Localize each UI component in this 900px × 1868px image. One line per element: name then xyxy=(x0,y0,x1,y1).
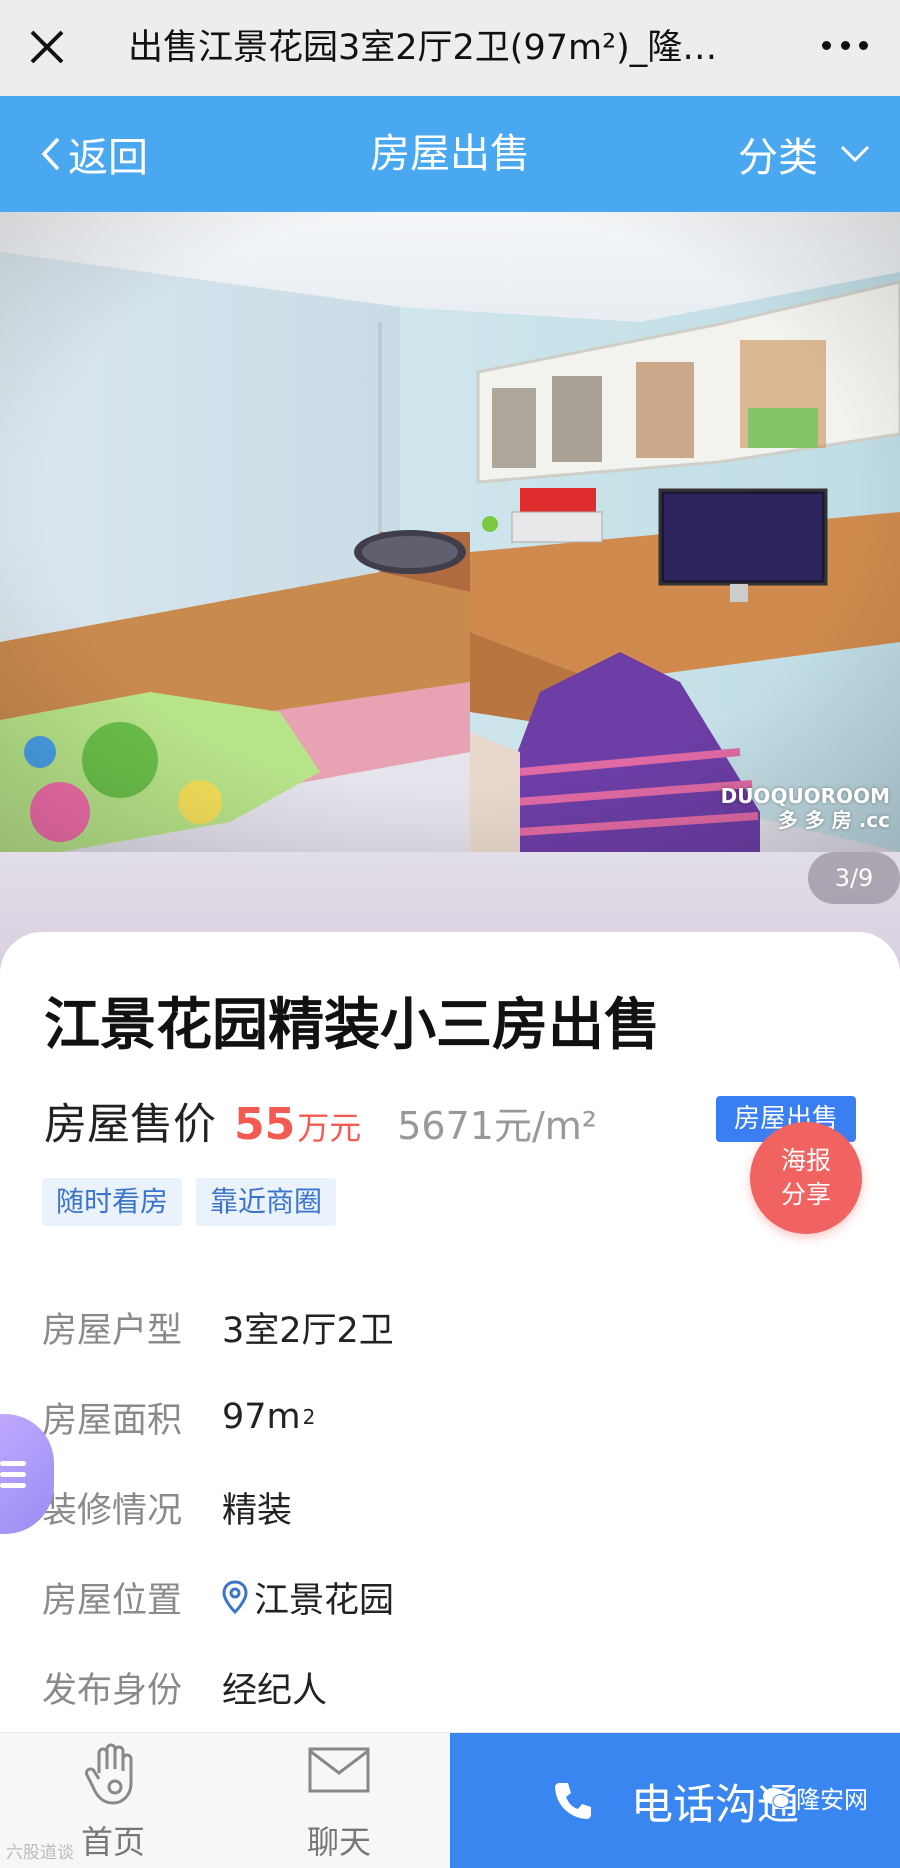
detail-value: 3室2厅2卫 xyxy=(222,1310,394,1351)
detail-value: 精装 xyxy=(222,1490,293,1531)
tab-chat[interactable]: 聊天 xyxy=(226,1733,452,1868)
mail-icon xyxy=(308,1747,370,1793)
chevron-left-icon xyxy=(41,137,60,171)
poster-share-line1: 海报 xyxy=(780,1146,831,1175)
poster-share-button[interactable]: 海报 分享 xyxy=(750,1122,862,1234)
back-button[interactable]: 返回 xyxy=(40,96,148,212)
listing-card: 江景花园精装小三房出售 房屋售价 55 万元 5671元/m² 房屋出售 海报 … xyxy=(0,932,900,1732)
detail-key: 房屋面积 xyxy=(42,1400,183,1441)
tag: 随时看房 xyxy=(42,1178,183,1226)
back-label: 返回 xyxy=(68,135,148,181)
tab-chat-label: 聊天 xyxy=(306,1823,371,1861)
detail-key: 发布身份 xyxy=(42,1670,183,1711)
detail-key: 装修情况 xyxy=(42,1490,183,1531)
listing-title: 江景花园精装小三房出售 xyxy=(44,993,660,1058)
listing-photo[interactable] xyxy=(0,212,900,852)
tag-list: 随时看房 靠近商圈 xyxy=(42,1178,337,1226)
tag: 靠近商圈 xyxy=(196,1178,337,1226)
detail-row-layout: 房屋户型 3室2厅2卫 xyxy=(42,1282,862,1372)
detail-value: 97m 2 xyxy=(222,1397,316,1437)
location-value: 江景花园 xyxy=(254,1580,395,1621)
detail-key: 房屋位置 xyxy=(42,1580,183,1621)
detail-row-decoration: 装修情况 精装 xyxy=(42,1462,862,1552)
nav-bar: 返回 房屋出售 分类 xyxy=(0,96,900,212)
detail-value: 经纪人 xyxy=(222,1670,328,1711)
photo-gallery[interactable]: DUOQUOROOM 多 多 房 .cc 3/9 xyxy=(0,212,900,972)
detail-key: 房屋户型 xyxy=(42,1310,183,1351)
wechat-icon xyxy=(763,1787,790,1808)
detail-row-area: 房屋面积 97m 2 xyxy=(42,1372,862,1462)
chevron-down-icon xyxy=(840,145,870,163)
more-icon[interactable] xyxy=(822,34,868,56)
location-link[interactable]: 江景花园 xyxy=(222,1572,394,1623)
price-unit: 万元 xyxy=(297,1109,362,1147)
unit-price: 5671元/m² xyxy=(397,1104,598,1148)
close-icon[interactable] xyxy=(22,22,72,72)
photo-watermark: DUOQUOROOM 多 多 房 .cc xyxy=(720,784,890,832)
price-row: 房屋售价 55 万元 5671元/m² xyxy=(44,1090,597,1160)
superscript: 2 xyxy=(302,1405,316,1429)
category-dropdown[interactable]: 分类 xyxy=(738,96,870,212)
detail-list: 房屋户型 3室2厅2卫 房屋面积 97m 2 装修情况 精装 房屋位置 江景花园… xyxy=(42,1282,862,1732)
page: 出售江景花园3室2厅2卫(97m²)_隆… 返回 房屋出售 分类 DUOQUOR… xyxy=(0,0,900,1868)
poster-share-line2: 分享 xyxy=(780,1180,831,1209)
photo-counter: 3/9 xyxy=(808,852,900,904)
webview-title-bar: 出售江景花园3室2厅2卫(97m²)_隆… xyxy=(0,0,900,96)
footer-watermark: 六股道谈 xyxy=(6,1843,74,1863)
hand-icon xyxy=(85,1743,133,1805)
price-label: 房屋售价 xyxy=(44,1100,216,1150)
webview-title: 出售江景花园3室2厅2卫(97m²)_隆… xyxy=(128,28,718,68)
price-value: 55 xyxy=(234,1099,296,1150)
phone-icon xyxy=(554,1783,591,1819)
category-label: 分类 xyxy=(738,135,818,181)
location-pin-icon xyxy=(222,1580,248,1614)
detail-row-location[interactable]: 房屋位置 江景花园 xyxy=(42,1552,862,1642)
menu-icon xyxy=(0,1455,26,1494)
brand-watermark: 隆安网 xyxy=(762,1780,868,1815)
detail-row-publisher: 发布身份 经纪人 xyxy=(42,1642,862,1732)
